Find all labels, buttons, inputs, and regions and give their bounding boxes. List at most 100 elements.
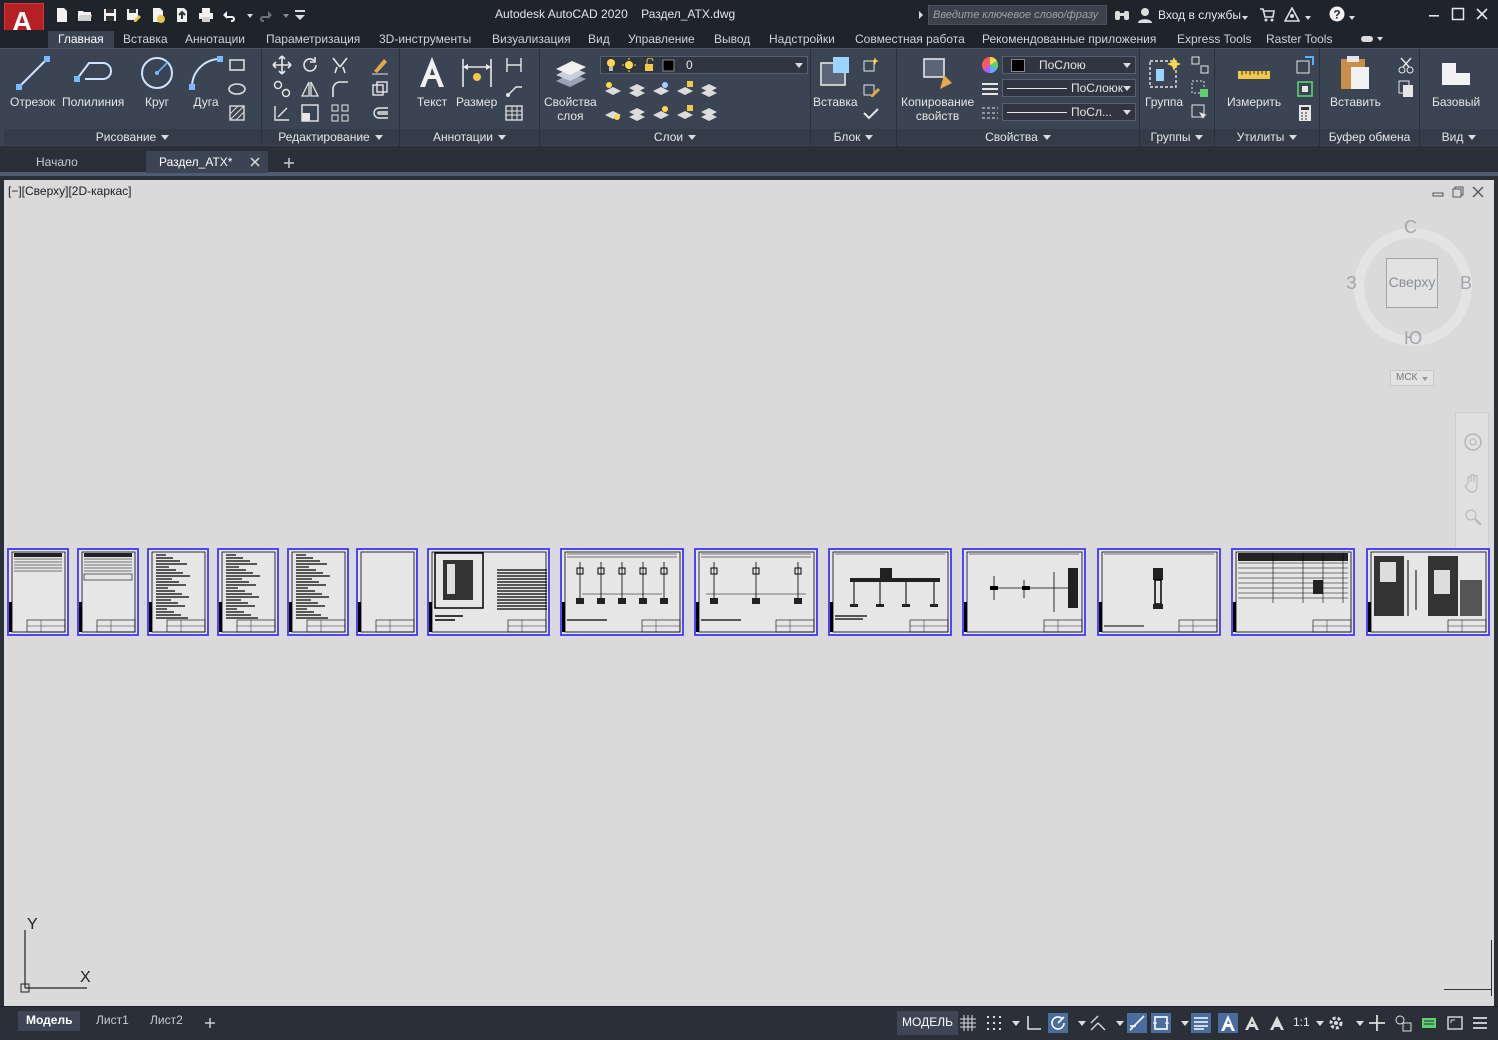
tab-insert[interactable]: Вставка bbox=[113, 31, 178, 48]
mirror-icon[interactable] bbox=[300, 79, 320, 99]
chevron-down-icon[interactable] bbox=[242, 7, 253, 23]
layout-tab-sheet2[interactable]: Лист2 bbox=[142, 1011, 191, 1031]
rotate-icon[interactable] bbox=[300, 55, 320, 75]
layer-tool-icon[interactable] bbox=[699, 103, 719, 123]
tab-visualize[interactable]: Визуализация bbox=[482, 31, 581, 48]
annotation-panel-title[interactable]: Аннотации bbox=[400, 129, 539, 145]
drawing-sheet[interactable] bbox=[77, 548, 139, 636]
drawing-sheet[interactable] bbox=[7, 548, 69, 636]
layout-tab-sheet1[interactable]: Лист1 bbox=[88, 1011, 137, 1031]
layer-properties-button[interactable]: Свойства слоя bbox=[544, 53, 597, 123]
layer-tool-icon[interactable] bbox=[699, 79, 719, 99]
block-attributes-icon[interactable] bbox=[861, 103, 881, 123]
chevron-down-icon[interactable] bbox=[1348, 10, 1356, 24]
annotation-scale-icon[interactable] bbox=[1267, 1013, 1287, 1033]
drawing-sheet[interactable] bbox=[287, 548, 349, 636]
properties-panel-title[interactable]: Свойства bbox=[897, 129, 1139, 145]
drawing-sheet[interactable] bbox=[1097, 548, 1221, 636]
drawing-sheet[interactable] bbox=[1231, 548, 1355, 636]
steering-wheel-icon[interactable] bbox=[1464, 433, 1482, 454]
fullscreen-icon[interactable] bbox=[1445, 1013, 1465, 1033]
ucs-dropdown[interactable]: МСК bbox=[1390, 370, 1434, 386]
trim-icon[interactable] bbox=[330, 55, 350, 75]
chevron-down-icon[interactable] bbox=[1310, 1013, 1324, 1033]
clipboard-panel-title[interactable]: Буфер обмена bbox=[1320, 129, 1419, 145]
model-space-button[interactable]: МОДЕЛЬ bbox=[897, 1011, 958, 1035]
redo-icon[interactable] bbox=[257, 7, 273, 23]
drawing-sheet[interactable] bbox=[427, 548, 550, 636]
tab-manage[interactable]: Управление bbox=[618, 31, 705, 48]
block-panel-title[interactable]: Блок bbox=[811, 129, 896, 145]
undo-icon[interactable] bbox=[222, 7, 238, 23]
chevron-down-icon[interactable] bbox=[1006, 1013, 1020, 1033]
search-input[interactable]: Введите ключевое слово/фразу bbox=[928, 5, 1107, 25]
close-tab-icon[interactable] bbox=[250, 156, 260, 170]
utilities-panel-title[interactable]: Утилиты bbox=[1215, 129, 1319, 145]
maximize-icon[interactable] bbox=[1450, 6, 1466, 22]
group-edit-icon[interactable] bbox=[1190, 79, 1210, 99]
isodraft-icon[interactable] bbox=[1088, 1013, 1108, 1033]
select-all-icon[interactable] bbox=[1295, 79, 1315, 99]
color-wheel-icon[interactable] bbox=[980, 55, 1000, 75]
modify-panel-title[interactable]: Редактирование bbox=[262, 129, 399, 145]
viewcube[interactable]: Сверху С Ю В З МСК bbox=[1344, 217, 1484, 388]
autodesk-a360-icon[interactable] bbox=[1283, 6, 1301, 26]
circle-button[interactable]: Круг bbox=[137, 53, 177, 109]
text-button[interactable]: Текст bbox=[412, 53, 452, 109]
ellipse-icon[interactable] bbox=[227, 79, 247, 99]
tab-featured-apps[interactable]: Рекомендованные приложения bbox=[972, 31, 1166, 48]
table-icon[interactable] bbox=[504, 103, 524, 123]
layer-tool-icon[interactable] bbox=[651, 79, 671, 99]
group-select-icon[interactable] bbox=[1190, 103, 1210, 123]
snap-icon[interactable] bbox=[984, 1013, 1004, 1033]
tab-parametric[interactable]: Параметризация bbox=[256, 31, 370, 48]
annotation-scale-value[interactable]: 1:1 bbox=[1293, 1015, 1310, 1029]
new-tab-icon[interactable] bbox=[283, 157, 295, 172]
chevron-down-icon[interactable] bbox=[1072, 1013, 1086, 1033]
compass-north[interactable]: С bbox=[1404, 217, 1417, 238]
lineweight-toggle-icon[interactable] bbox=[1191, 1013, 1211, 1033]
save-as-icon[interactable] bbox=[125, 7, 141, 23]
drawing-sheet[interactable] bbox=[1366, 548, 1490, 636]
measure-button[interactable]: Измерить bbox=[1227, 53, 1281, 109]
minimize-icon[interactable] bbox=[1426, 6, 1442, 22]
viewport-restore-icon[interactable] bbox=[1452, 186, 1464, 198]
layers-panel-title[interactable]: Слои bbox=[540, 129, 810, 145]
rectangle-icon[interactable] bbox=[227, 55, 247, 75]
layer-tool-icon[interactable] bbox=[651, 103, 671, 123]
annotation-visibility-icon[interactable] bbox=[1218, 1013, 1238, 1033]
plus-icon[interactable] bbox=[1367, 1013, 1387, 1033]
drawing-sheet[interactable] bbox=[147, 548, 209, 636]
view-panel-title[interactable]: Вид bbox=[1420, 129, 1498, 145]
layer-tool-icon[interactable] bbox=[675, 103, 695, 123]
drawing-sheet[interactable] bbox=[217, 548, 279, 636]
line-button[interactable]: Отрезок bbox=[10, 53, 55, 109]
tab-addins[interactable]: Надстройки bbox=[759, 31, 845, 48]
compass-south[interactable]: Ю bbox=[1404, 328, 1422, 349]
viewport-controls-label[interactable]: [−][Сверху][2D-каркас] bbox=[8, 184, 132, 198]
plot-icon[interactable] bbox=[198, 7, 214, 23]
insert-block-button[interactable]: Вставка bbox=[813, 53, 858, 109]
scale-icon[interactable] bbox=[300, 103, 320, 123]
help-icon[interactable]: ? bbox=[1329, 6, 1345, 25]
paste-button[interactable]: Вставить bbox=[1330, 53, 1381, 109]
fillet-icon[interactable] bbox=[330, 79, 350, 99]
customize-menu-icon[interactable] bbox=[1470, 1013, 1490, 1033]
auto-scale-icon[interactable] bbox=[1242, 1013, 1262, 1033]
tab-home[interactable]: Главная bbox=[48, 31, 114, 48]
signin-button[interactable]: Вход в службы bbox=[1158, 8, 1241, 22]
ribbon-display-toggle-icon[interactable] bbox=[1360, 33, 1384, 48]
layout-tab-model[interactable]: Модель bbox=[18, 1011, 81, 1031]
explode-icon[interactable] bbox=[370, 79, 390, 99]
isolate-objects-icon[interactable] bbox=[1393, 1013, 1413, 1033]
drawing-sheet[interactable] bbox=[694, 548, 818, 636]
chevron-down-icon[interactable] bbox=[1241, 10, 1249, 24]
viewport-minimize-icon[interactable] bbox=[1432, 186, 1444, 198]
create-block-icon[interactable] bbox=[861, 55, 881, 75]
tab-raster-tools[interactable]: Raster Tools bbox=[1256, 31, 1342, 48]
chevron-down-icon[interactable] bbox=[1175, 1013, 1189, 1033]
linetype-icon[interactable] bbox=[980, 103, 1000, 123]
binoculars-icon[interactable] bbox=[1114, 7, 1130, 26]
save-to-web-icon[interactable] bbox=[174, 7, 190, 23]
polyline-button[interactable]: Полилиния bbox=[62, 53, 124, 109]
